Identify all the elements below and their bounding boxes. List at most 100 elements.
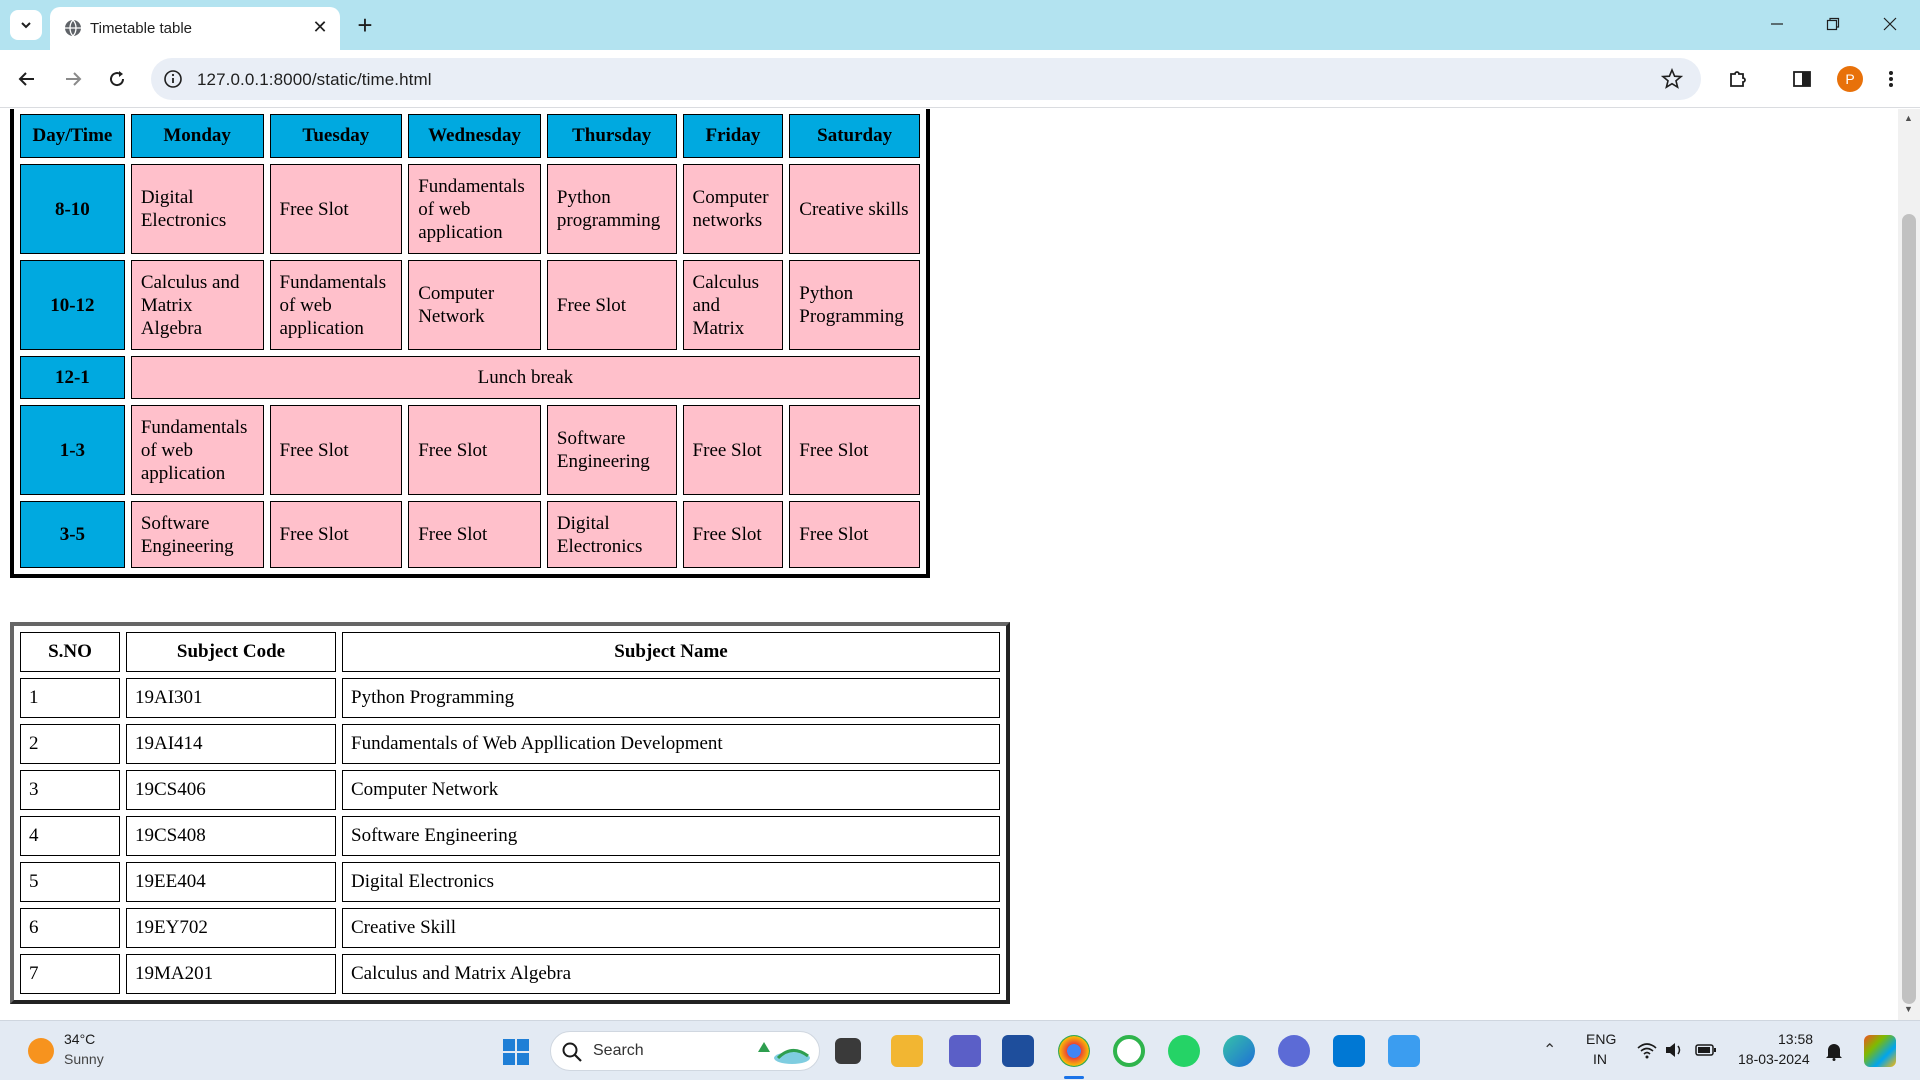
input-language[interactable]: ENG: [1586, 1031, 1616, 1047]
file-explorer-icon[interactable]: [891, 1035, 923, 1067]
volume-icon[interactable]: [1664, 1041, 1684, 1059]
store-icon[interactable]: [1002, 1035, 1034, 1067]
class-cell: Free Slot: [789, 405, 920, 495]
chevron-up-icon[interactable]: ⌃: [1543, 1040, 1556, 1060]
side-panel-icon: [1793, 71, 1811, 87]
reload-icon: [110, 71, 125, 87]
subject-name-cell: Creative Skill: [342, 908, 1000, 948]
globe-icon: [65, 19, 81, 37]
active-tab[interactable]: Timetable table ✕: [50, 7, 340, 50]
star-icon[interactable]: [1661, 68, 1683, 90]
whatsapp-icon[interactable]: [1168, 1035, 1200, 1067]
header-friday: Friday: [682, 114, 784, 158]
class-cell: Calculus and Matrix: [682, 260, 784, 350]
edge-icon[interactable]: [1223, 1035, 1255, 1067]
subject-name-cell: Calculus and Matrix Algebra: [342, 954, 1000, 994]
battery-icon[interactable]: [1695, 1042, 1717, 1058]
table-row: 5 19EE404 Digital Electronics: [20, 862, 1000, 902]
class-cell: Digital Electronics: [546, 501, 677, 568]
class-cell: Computer Network: [408, 260, 541, 350]
table-row: 6 19EY702 Creative Skill: [20, 908, 1000, 948]
browser-toolbar: 127.0.0.1:8000/static/time.html: [0, 50, 1920, 108]
taskbar-search[interactable]: Search: [550, 1031, 820, 1071]
input-region[interactable]: IN: [1593, 1051, 1607, 1067]
lunch-break-cell: Lunch break: [130, 356, 920, 399]
restore-icon: [1826, 17, 1840, 31]
profile-avatar[interactable]: P: [1837, 66, 1863, 92]
restore-button[interactable]: [1813, 10, 1853, 38]
back-button[interactable]: [11, 63, 43, 95]
address-bar[interactable]: 127.0.0.1:8000/static/time.html: [151, 58, 1701, 100]
subject-name-cell: Fundamentals of Web Appllication Develop…: [342, 724, 1000, 764]
side-panel-button[interactable]: [1786, 63, 1818, 95]
header-sno: S.NO: [20, 632, 120, 672]
subject-code-cell: 19AI414: [126, 724, 336, 764]
scrollbar-thumb[interactable]: [1902, 214, 1916, 1004]
notepad-icon[interactable]: [1388, 1035, 1420, 1067]
chrome-icon[interactable]: [1058, 1035, 1090, 1067]
bell-icon[interactable]: [1825, 1041, 1843, 1061]
subject-code-cell: 19EY702: [126, 908, 336, 948]
extensions-button[interactable]: [1722, 63, 1754, 95]
sno-cell: 5: [20, 862, 120, 902]
subject-name-cell: Digital Electronics: [342, 862, 1000, 902]
close-window-button[interactable]: [1870, 10, 1910, 38]
header-subject-code: Subject Code: [126, 632, 336, 672]
minimize-button[interactable]: [1757, 10, 1797, 38]
tab-title: Timetable table: [90, 20, 192, 37]
sno-cell: 1: [20, 678, 120, 718]
scroll-up-arrow-icon[interactable]: ▲: [1904, 113, 1913, 123]
class-cell: Python Programming: [789, 260, 920, 350]
new-tab-button[interactable]: +: [350, 10, 380, 40]
recycle-icon: [758, 1042, 810, 1064]
class-cell: Digital Electronics: [130, 164, 264, 254]
time-slot: 3-5: [20, 501, 125, 568]
task-view-icon[interactable]: [835, 1038, 861, 1064]
wifi-icon[interactable]: [1636, 1041, 1658, 1059]
sync-app-icon[interactable]: [1113, 1035, 1145, 1067]
timetable-row: 3-5 Software Engineering Free Slot Free …: [20, 501, 920, 568]
class-cell: Free Slot: [408, 405, 541, 495]
active-app-indicator: [1064, 1076, 1084, 1079]
vertical-scrollbar[interactable]: ▲ ▼: [1898, 109, 1920, 1020]
class-cell: Free Slot: [682, 501, 784, 568]
clock-time[interactable]: 13:58: [1778, 1031, 1813, 1047]
timetable-table: Day/Time Monday Tuesday Wednesday Thursd…: [10, 109, 930, 578]
tab-strip: Timetable table ✕ +: [0, 0, 1920, 50]
tab-search-button[interactable]: [10, 10, 42, 40]
header-day-time: Day/Time: [20, 114, 125, 158]
table-row: 1 19AI301 Python Programming: [20, 678, 1000, 718]
url-text[interactable]: 127.0.0.1:8000/static/time.html: [197, 70, 432, 90]
clock-date[interactable]: 18-03-2024: [1738, 1051, 1810, 1067]
class-cell: Software Engineering: [546, 405, 677, 495]
vscode-icon[interactable]: [1333, 1035, 1365, 1067]
copilot-icon[interactable]: [1864, 1035, 1896, 1067]
forward-button[interactable]: [57, 63, 89, 95]
scroll-down-arrow-icon[interactable]: ▼: [1904, 1004, 1913, 1014]
kebab-menu-icon: [1889, 71, 1893, 87]
sun-icon[interactable]: [28, 1038, 54, 1064]
teams-icon[interactable]: [949, 1035, 981, 1067]
app-icon[interactable]: [1278, 1035, 1310, 1067]
class-cell: Fundamentals of web application: [130, 405, 264, 495]
puzzle-icon: [1730, 71, 1746, 87]
reload-button[interactable]: [101, 63, 133, 95]
subject-code-cell: 19AI301: [126, 678, 336, 718]
search-label: Search: [593, 1042, 644, 1059]
subject-code-cell: 19CS406: [126, 770, 336, 810]
weather-temperature[interactable]: 34°C: [64, 1031, 95, 1047]
subject-code-cell: 19MA201: [126, 954, 336, 994]
info-icon[interactable]: [163, 69, 183, 89]
windows-start-icon[interactable]: [502, 1038, 530, 1066]
menu-button[interactable]: [1875, 63, 1907, 95]
subject-name-cell: Software Engineering: [342, 816, 1000, 856]
weather-description[interactable]: Sunny: [64, 1051, 104, 1067]
class-cell: Software Engineering: [130, 501, 264, 568]
close-tab-icon[interactable]: ✕: [308, 15, 332, 39]
timetable-row-lunch: 12-1 Lunch break: [20, 356, 920, 399]
class-cell: Calculus and Matrix Algebra: [130, 260, 264, 350]
timetable-row: 1-3 Fundamentals of web application Free…: [20, 405, 920, 495]
table-row: 3 19CS406 Computer Network: [20, 770, 1000, 810]
sno-cell: 7: [20, 954, 120, 994]
sno-cell: 3: [20, 770, 120, 810]
